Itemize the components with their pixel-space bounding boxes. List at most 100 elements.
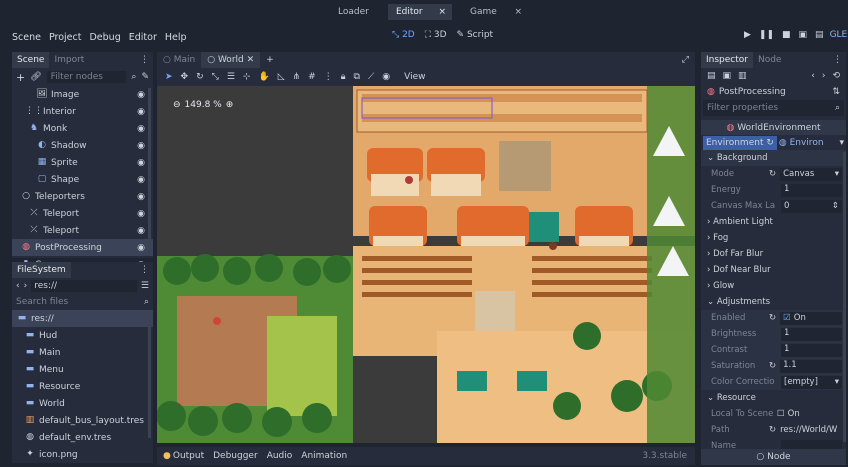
game-viewport[interactable]: ⊖ 149.8 % ⊕ [157, 86, 695, 443]
file-item[interactable]: ▬ Menu [12, 361, 153, 378]
menu-dots-icon[interactable]: ⋮ [833, 55, 842, 65]
close-icon[interactable]: ✕ [247, 55, 255, 65]
enabled-checkbox[interactable]: ☑ On [780, 311, 842, 325]
visibility-icon[interactable]: ◉ [137, 243, 145, 253]
mode-2d-button[interactable]: ⤡ 2D [392, 30, 415, 40]
add-node-icon[interactable]: + [16, 71, 25, 84]
scene-node[interactable]: 🖼︎ Image ◉ [12, 86, 153, 103]
search-icon[interactable]: ⌕ [835, 103, 840, 113]
file-item[interactable]: ▬ Hud [12, 327, 153, 344]
search-files-input[interactable]: Search files [16, 297, 144, 307]
file-item[interactable]: ✦ icon.png [12, 446, 153, 463]
file-item[interactable]: ▬ Main [12, 344, 153, 361]
file-item[interactable]: ▬ Resource [12, 378, 153, 395]
bottom-tab-animation[interactable]: Animation [301, 451, 347, 461]
zoom-in-icon[interactable]: ⊕ [226, 100, 234, 110]
more-icon[interactable]: ⋮ [324, 72, 333, 82]
local-to-scene-checkbox[interactable]: ☐ On [777, 409, 800, 419]
filter-properties-input[interactable]: Filter properties [707, 103, 835, 113]
list-select-icon[interactable]: ☰ [227, 72, 235, 82]
scene-node[interactable]: ◍ PostProcessing ◉ [12, 239, 153, 256]
energy-field[interactable]: 1 [781, 183, 842, 197]
scale-tool-icon[interactable]: ⤡ [212, 72, 219, 82]
chevron-down-icon[interactable]: ▾ [839, 138, 844, 148]
canvas-max-layer-spinbox[interactable]: 0 ⇕ [781, 199, 842, 213]
file-item[interactable]: ▬ World [12, 395, 153, 412]
ruler-icon[interactable]: ◺ [278, 72, 285, 82]
scrollbar[interactable] [148, 88, 151, 256]
link-icon[interactable]: 🔗︎ [30, 72, 41, 82]
menu-project[interactable]: Project [49, 32, 82, 43]
environment-resource-button[interactable]: ◍ Environ [779, 138, 824, 148]
revert-icon[interactable]: ↻ [769, 361, 776, 371]
game-map[interactable] [157, 86, 695, 443]
mode-script-button[interactable]: ✎ Script [457, 30, 494, 40]
scene-tab-main[interactable]: ○ Main [157, 55, 201, 65]
visibility-icon[interactable]: ◉ [137, 209, 145, 219]
close-icon[interactable]: × [438, 4, 446, 20]
tab-inspector[interactable]: Inspector [701, 52, 753, 68]
bottom-tab-output[interactable]: Output [173, 451, 204, 461]
node-button[interactable]: ○ Node [701, 449, 846, 465]
color-correction-select[interactable]: [empty] ▾ [781, 375, 842, 389]
menu-scene[interactable]: Scene [12, 32, 41, 43]
move-tool-icon[interactable]: ✥ [181, 72, 189, 82]
bottom-tab-audio[interactable]: Audio [267, 451, 293, 461]
scene-node[interactable]: ▢ Shape ◉ [12, 171, 153, 188]
tab-loader[interactable]: Loader [330, 4, 377, 20]
section-ambient[interactable]: › Ambient Light [701, 214, 846, 230]
filter-nodes-input[interactable]: Filter nodes [46, 71, 127, 83]
scene-node[interactable]: ▦ Sprite ◉ [12, 154, 153, 171]
path-field[interactable]: res://World/W [780, 425, 842, 435]
pause-icon[interactable]: ❚❚ [759, 30, 774, 40]
scene-node[interactable]: ⋮⋮ Interior ◉ [12, 103, 153, 120]
scene-node[interactable]: ♞ Monk ◉ [12, 120, 153, 137]
scrollbar[interactable] [148, 318, 151, 438]
play-icon[interactable]: ▶ [744, 30, 751, 40]
section-dof-far[interactable]: › Dof Far Blur [701, 246, 846, 262]
revert-icon[interactable]: ↻ [769, 425, 776, 435]
back-icon[interactable]: ‹ [16, 281, 20, 291]
visibility-icon[interactable]: ◉ [137, 175, 145, 185]
revert-icon[interactable]: ↻ [769, 313, 776, 323]
mode-select[interactable]: Canvas ▾ [780, 167, 842, 181]
tab-node[interactable]: Node [753, 52, 787, 68]
section-resource[interactable]: ⌄ Resource [701, 390, 846, 406]
grid-icon[interactable]: # [308, 72, 316, 82]
toolbar-view-menu[interactable]: View [404, 72, 425, 82]
split-view-icon[interactable]: ☰ [141, 281, 149, 291]
group-icon[interactable]: ⧉ [354, 72, 360, 82]
camera-override-icon[interactable]: ◉ [382, 72, 390, 82]
history-icon[interactable]: ⟲ [832, 71, 840, 81]
visibility-icon[interactable]: ◉ [137, 107, 145, 117]
tab-import[interactable]: Import [49, 52, 89, 68]
object-tools-icon[interactable]: ⇅ [832, 87, 840, 97]
path-field[interactable]: res:// [31, 280, 137, 292]
search-icon[interactable]: ⌕ [131, 72, 136, 82]
search-icon[interactable]: ⌕ [144, 297, 149, 307]
history-back-icon[interactable]: ‹ [811, 71, 815, 81]
pan-icon[interactable]: ✋ [258, 72, 269, 82]
forward-icon[interactable]: › [24, 281, 28, 291]
file-item[interactable]: ▬ res:// [12, 310, 153, 327]
mode-3d-button[interactable]: ⛶ 3D [425, 30, 447, 40]
file-item[interactable]: ◍ default_env.tres [12, 429, 153, 446]
saturation-field[interactable]: 1.1 [780, 359, 842, 373]
section-glow[interactable]: › Glow [701, 278, 846, 294]
visibility-icon[interactable]: ◉ [137, 226, 145, 236]
zoom-out-icon[interactable]: ⊖ [173, 100, 181, 110]
visibility-icon[interactable]: ◉ [137, 141, 145, 151]
scene-node[interactable]: ◐ Shadow ◉ [12, 137, 153, 154]
select-tool-icon[interactable]: ➤ [165, 72, 173, 82]
skeleton-icon[interactable]: ⟋ [368, 72, 374, 82]
menu-help[interactable]: Help [165, 32, 187, 43]
scene-node[interactable]: ⤫ Teleport ◉ [12, 222, 153, 239]
stop-icon[interactable]: ■ [782, 30, 791, 40]
new-resource-icon[interactable]: ▤ [707, 71, 716, 81]
script-icon[interactable]: ✎ [141, 72, 149, 82]
lock-icon[interactable]: 🔒︎ [341, 72, 346, 82]
distraction-free-icon[interactable]: ⤢ [682, 55, 689, 65]
zoom-level[interactable]: 149.8 % [185, 100, 222, 110]
tab-game[interactable]: Game × [462, 4, 528, 20]
load-resource-icon[interactable]: ▣ [723, 71, 732, 81]
